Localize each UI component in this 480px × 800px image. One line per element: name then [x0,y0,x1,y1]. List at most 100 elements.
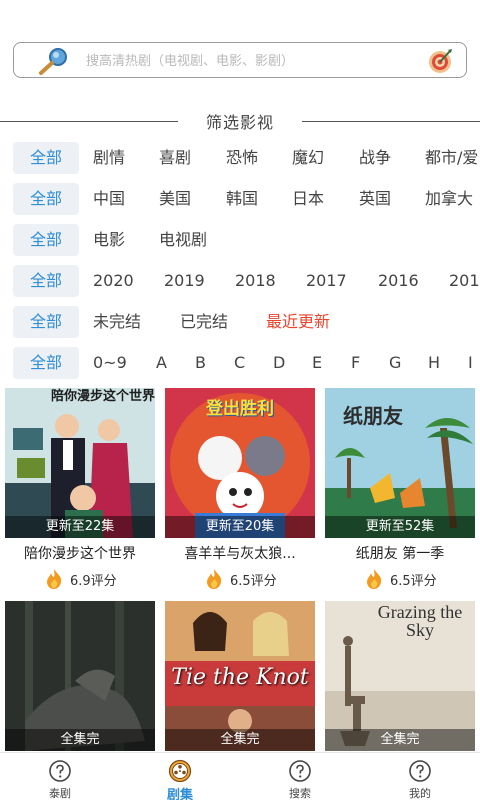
filter-option[interactable]: G [389,347,401,379]
filter-all-button[interactable]: 全部 [13,347,79,379]
filter-option[interactable]: C [234,347,245,379]
filter-all-button[interactable]: 全部 [13,265,79,297]
poster-title-text: 纸朋友 [343,404,403,428]
filter-option[interactable]: 电视剧 [159,224,207,256]
filter-option[interactable]: 2018 [235,265,276,297]
filter-option[interactable]: 2016 [378,265,419,297]
filter-option[interactable]: H [428,347,440,379]
filter-option[interactable]: 0~9 [93,347,127,379]
video-title[interactable]: 纸朋友 第一季 [325,543,475,563]
filter-row-type: 全部 电影 电视剧 [0,224,480,256]
poster-title-text: 陪你漫步这个世界 [51,389,155,404]
video-card[interactable]: 陪你漫步这个世界 更新至22集 陪你漫步这个世界 6.9评分 [5,388,155,593]
poster-image[interactable]: Tie the Knot 全集完 [165,601,315,751]
filter-option[interactable]: 已完结 [180,306,228,338]
filter-all-button[interactable]: 全部 [13,306,79,338]
nav-label: 泰剧 [49,787,71,800]
video-card[interactable]: 全集完 [5,601,155,751]
filter-row-genre: 全部 剧情 喜剧 恐怖 魔幻 战争 都市/爱 [0,142,480,174]
filter-all-button[interactable]: 全部 [13,142,79,174]
poster-image[interactable]: 全集完 [5,601,155,751]
nav-label: 我的 [409,787,431,800]
filter-option[interactable]: 电影 [93,224,125,256]
section-header: 筛选影视 [0,109,480,135]
filter-row-year: 全部 2020 2019 2018 2017 2016 2015 [0,265,480,297]
video-card[interactable]: Grazing the Sky 全集完 [325,601,475,751]
nav-item-profile[interactable]: 我的 [380,757,460,800]
filter-option[interactable]: B [195,347,206,379]
divider [302,121,480,122]
nav-label: 剧集 [166,788,193,800]
filter-option[interactable]: 战争 [359,142,391,174]
section-title: 筛选影视 [205,113,274,132]
episode-badge: 全集完 [5,729,155,751]
filter-option[interactable]: 韩国 [226,183,258,215]
filter-option[interactable]: 日本 [292,183,324,215]
filter-option[interactable]: 2015 [449,265,480,297]
filter-option[interactable]: 未完结 [93,306,141,338]
rating: 6.5评分 [203,568,277,590]
filter-option[interactable]: D [273,347,285,379]
filter-option[interactable]: 中国 [93,183,125,215]
fire-icon [367,569,382,589]
filter-option[interactable]: 剧情 [93,142,125,174]
poster-title-text: 登出胜利 [206,399,274,419]
video-card[interactable]: 登出胜利 更新至20集 喜羊羊与灰太狼... 6.5评分 [165,388,315,593]
filter-row-region: 全部 中国 美国 韩国 日本 英国 加拿大 [0,183,480,215]
nav-item-search[interactable]: 搜索 [260,757,340,800]
divider [0,121,178,122]
question-circle-icon [289,760,311,782]
poster-image[interactable]: Grazing the Sky 全集完 [325,601,475,751]
video-card[interactable]: Tie the Knot 全集完 [165,601,315,751]
filter-option[interactable]: 2019 [164,265,205,297]
episode-badge: 全集完 [165,729,315,751]
search-icon[interactable] [36,46,70,76]
video-title[interactable]: 喜羊羊与灰太狼... [165,543,315,563]
target-icon[interactable] [426,47,454,75]
fire-icon [207,569,222,589]
fire-icon [47,569,62,589]
filter-option[interactable]: E [312,347,322,379]
poster-title-text: Tie the Knot [171,665,309,690]
filter-option[interactable]: F [351,347,360,379]
bottom-nav: 泰剧 剧集 搜索 我的 [0,752,480,800]
filter-option[interactable]: 都市/爱 [425,142,478,174]
filter-option[interactable]: A [156,347,167,379]
episode-badge: 更新至22集 [5,516,155,538]
question-circle-icon [409,760,431,782]
video-title[interactable]: 陪你漫步这个世界 [5,543,155,563]
filter-option[interactable]: 2017 [306,265,347,297]
rating-text: 6.5评分 [390,573,437,589]
episode-badge: 更新至20集 [165,516,315,538]
nav-label: 搜索 [289,787,311,800]
poster-image[interactable]: 登出胜利 更新至20集 [165,388,315,538]
filter-option[interactable]: 2020 [93,265,134,297]
poster-image[interactable]: 纸朋友 更新至52集 [325,388,475,538]
rating-text: 6.5评分 [230,573,277,589]
filter-all-button[interactable]: 全部 [13,224,79,256]
filter-all-button[interactable]: 全部 [13,183,79,215]
search-input[interactable] [86,50,426,72]
filter-option[interactable]: 喜剧 [159,142,191,174]
filter-row-status: 全部 未完结 已完结 最近更新 [0,306,480,338]
question-circle-icon [49,760,71,782]
video-card[interactable]: 纸朋友 更新至52集 纸朋友 第一季 6.5评分 [325,388,475,593]
nav-item-thai-drama[interactable]: 泰剧 [20,757,100,800]
search-bar[interactable] [13,42,467,78]
poster-image[interactable]: 陪你漫步这个世界 更新至22集 [5,388,155,538]
filter-option[interactable]: 英国 [359,183,391,215]
filter-row-letter: 全部 0~9 A B C D E F G H I [0,347,480,379]
rating: 6.5评分 [363,568,437,590]
filter-option-recent[interactable]: 最近更新 [266,306,330,338]
rating-text: 6.9评分 [70,573,117,589]
episode-badge: 全集完 [325,729,475,751]
filter-option[interactable]: 魔幻 [292,142,324,174]
filter-option[interactable]: 美国 [159,183,191,215]
poster-title-text: Grazing the Sky [377,602,463,640]
filter-option[interactable]: I [468,347,473,379]
nav-item-series[interactable]: 剧集 [140,757,220,800]
filter-option[interactable]: 加拿大 [425,183,473,215]
episode-badge: 更新至52集 [325,516,475,538]
film-reel-icon [168,759,192,783]
filter-option[interactable]: 恐怖 [226,142,258,174]
